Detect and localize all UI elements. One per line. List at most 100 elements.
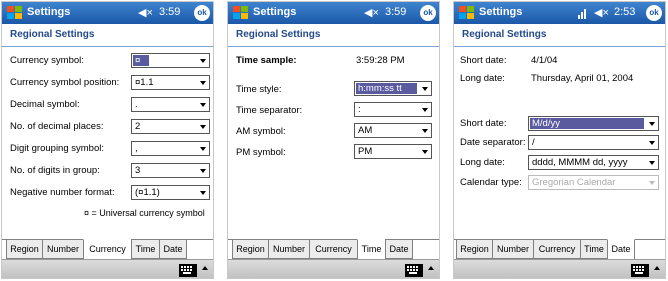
- long-date-sample-value: Thursday, April 01, 2004: [531, 73, 634, 84]
- page-title: Regional Settings: [462, 29, 547, 40]
- chevron-down-icon: [422, 150, 428, 154]
- windows-start-icon[interactable]: [458, 5, 475, 21]
- sip-arrow-icon[interactable]: [202, 266, 208, 270]
- chevron-down-icon: [422, 108, 428, 112]
- ok-button[interactable]: ok: [194, 5, 210, 21]
- currency-symbol-note: ¤ = Universal currency symbol: [84, 208, 205, 218]
- chevron-down-icon: [649, 122, 655, 126]
- negative-format-dropdown[interactable]: (¤1.1): [131, 185, 210, 200]
- currency-symbol-label: Currency symbol:: [10, 55, 84, 66]
- chevron-down-icon: [200, 103, 206, 107]
- page-header: Regional Settings: [228, 24, 439, 47]
- tab-number[interactable]: Number: [492, 239, 534, 259]
- ok-button[interactable]: ok: [420, 5, 436, 21]
- sip-arrow-icon[interactable]: [654, 266, 660, 270]
- keyboard-icon[interactable]: [179, 264, 197, 277]
- calendar-type-dropdown: Gregorian Calendar: [528, 175, 659, 190]
- chevron-down-icon: [649, 161, 655, 165]
- windows-start-icon[interactable]: [6, 5, 23, 21]
- tab-currency[interactable]: Currency: [83, 239, 132, 260]
- tab-region[interactable]: Region: [456, 239, 493, 259]
- page-title: Regional Settings: [10, 29, 95, 40]
- decimal-places-label: No. of decimal places:: [10, 121, 104, 132]
- tab-date[interactable]: Date: [607, 239, 635, 260]
- sip-arrow-icon[interactable]: [428, 266, 434, 270]
- date-settings-screen: Settings ◀× 2:53 ok Regional Settings Sh…: [453, 1, 666, 279]
- chevron-down-icon: [422, 87, 428, 91]
- tab-region[interactable]: Region: [6, 239, 43, 259]
- tab-time[interactable]: Time: [131, 239, 160, 259]
- title-bar: Settings ◀× 2:53 ok: [454, 2, 665, 24]
- tab-currency[interactable]: Currency: [533, 239, 581, 259]
- tab-number[interactable]: Number: [42, 239, 84, 259]
- tab-date[interactable]: Date: [159, 239, 187, 259]
- currency-symbol-dropdown[interactable]: ¤: [131, 53, 210, 68]
- chevron-down-icon: [200, 169, 206, 173]
- decimal-symbol-dropdown[interactable]: .: [131, 97, 210, 112]
- short-date-sample-label: Short date:: [460, 55, 507, 66]
- digits-in-group-label: No. of digits in group:: [10, 165, 100, 176]
- time-sample-value: 3:59:28 PM: [356, 55, 405, 66]
- menu-bar: [454, 259, 665, 278]
- time-separator-dropdown[interactable]: :: [354, 102, 432, 117]
- digit-grouping-label: Digit grouping symbol:: [10, 143, 104, 154]
- chevron-down-icon: [649, 141, 655, 145]
- app-title: Settings: [479, 6, 523, 18]
- title-bar: Settings ◀× 3:59 ok: [2, 2, 213, 24]
- negative-format-label: Negative number format:: [10, 187, 115, 198]
- digit-grouping-dropdown[interactable]: ,: [131, 141, 210, 156]
- menu-bar: [228, 259, 439, 278]
- chevron-down-icon: [200, 191, 206, 195]
- chevron-down-icon: [200, 147, 206, 151]
- volume-icon[interactable]: ◀×: [138, 6, 153, 19]
- chevron-down-icon: [649, 181, 655, 185]
- chevron-down-icon: [200, 59, 206, 63]
- page-header: Regional Settings: [454, 24, 665, 47]
- page-title: Regional Settings: [236, 29, 321, 40]
- long-date-dropdown[interactable]: dddd, MMMM dd, yyyy: [528, 155, 659, 170]
- time-style-dropdown[interactable]: h:mm:ss tt: [354, 81, 432, 96]
- keyboard-icon[interactable]: [631, 264, 649, 277]
- tab-time[interactable]: Time: [580, 239, 608, 259]
- decimal-places-dropdown[interactable]: 2: [131, 119, 210, 134]
- clock[interactable]: 3:59: [385, 6, 406, 18]
- tab-date[interactable]: Date: [385, 239, 413, 259]
- clock[interactable]: 3:59: [159, 6, 180, 18]
- volume-icon[interactable]: ◀×: [594, 6, 609, 19]
- chevron-down-icon: [200, 81, 206, 85]
- tab-number[interactable]: Number: [268, 239, 310, 259]
- am-symbol-dropdown[interactable]: AM: [354, 123, 432, 138]
- tab-region[interactable]: Region: [232, 239, 269, 259]
- windows-start-icon[interactable]: [232, 5, 249, 21]
- pm-symbol-dropdown[interactable]: PM: [354, 144, 432, 159]
- date-separator-dropdown[interactable]: /: [528, 135, 659, 150]
- tab-bar: Region Number Currency Time Date: [454, 239, 665, 260]
- currency-position-label: Currency symbol position:: [10, 77, 120, 88]
- tab-bar: Region Number Currency Time Date: [2, 239, 213, 260]
- app-title: Settings: [27, 6, 71, 18]
- tab-time[interactable]: Time: [357, 239, 386, 260]
- keyboard-icon[interactable]: [405, 264, 423, 277]
- clock[interactable]: 2:53: [614, 6, 635, 18]
- am-symbol-label: AM symbol:: [236, 126, 286, 137]
- digits-in-group-dropdown[interactable]: 3: [131, 163, 210, 178]
- ok-button[interactable]: ok: [646, 5, 662, 21]
- time-separator-label: Time separator:: [236, 105, 303, 116]
- title-bar: Settings ◀× 3:59 ok: [228, 2, 439, 24]
- time-sample-label: Time sample:: [236, 55, 297, 66]
- volume-icon[interactable]: ◀×: [364, 6, 379, 19]
- menu-bar: [2, 259, 213, 278]
- time-style-label: Time style:: [236, 84, 282, 95]
- tab-bar: Region Number Currency Time Date: [228, 239, 439, 260]
- tab-currency[interactable]: Currency: [309, 239, 358, 259]
- short-date-dropdown[interactable]: M/d/yy: [528, 116, 659, 131]
- date-separator-label: Date separator:: [460, 137, 526, 148]
- currency-position-dropdown[interactable]: ¤1.1: [131, 75, 210, 90]
- signal-icon[interactable]: [578, 7, 592, 19]
- long-date-sample-label: Long date:: [460, 73, 505, 84]
- chevron-down-icon: [200, 125, 206, 129]
- page-header: Regional Settings: [2, 24, 213, 47]
- decimal-symbol-label: Decimal symbol:: [10, 99, 80, 110]
- app-title: Settings: [253, 6, 297, 18]
- pm-symbol-label: PM symbol:: [236, 147, 286, 158]
